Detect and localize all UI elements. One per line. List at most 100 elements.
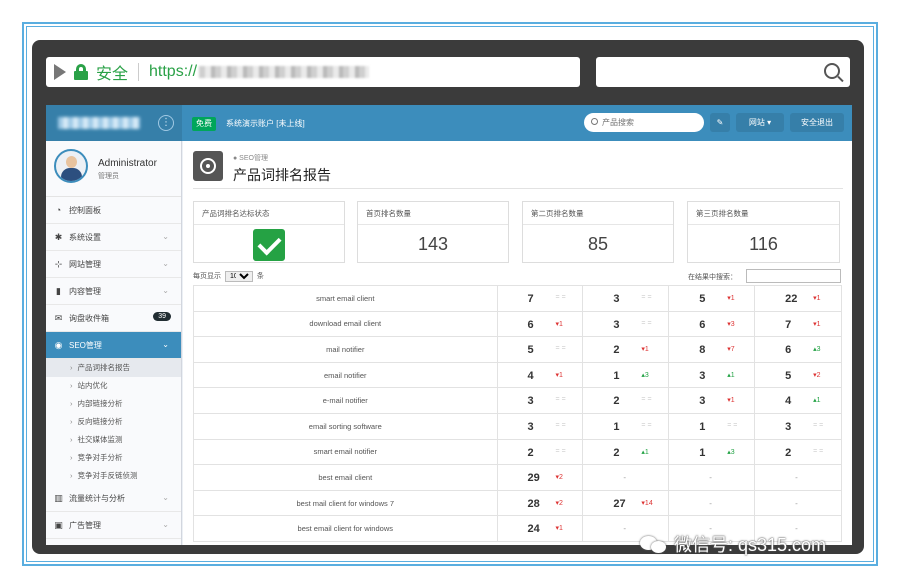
sidebar-item-label: 内容管理 [69,286,101,296]
user-role: 管理员 [98,173,119,180]
sidebar-subitem-backlinks[interactable]: 反向链接分析 [46,413,181,431]
sidebar-item-label: 流量统计与分析 [69,493,125,503]
sidebar-item-label: 网站管理 [69,259,101,269]
rank-cell: 2 = = [754,438,842,466]
rank-value: 5 [527,344,534,357]
user-panel: Administrator 管理员 [46,141,181,197]
sidebar-item-website[interactable]: ⊹ 网站管理 ⌄ [46,251,181,278]
rank-change: ▴1 [727,371,735,379]
rank-value: 27 [613,497,626,510]
rank-value: 3 [785,420,792,433]
chevron-down-icon: ⌄ [162,493,169,502]
url-divider [138,63,140,81]
target-icon: ◉ [54,339,63,350]
rank-cell: 3 ▴1 [668,361,756,389]
rank-value: 3 [699,369,706,382]
sidebar-item-content[interactable]: ▮ 内容管理 ⌄ [46,278,181,305]
edit-icon[interactable]: ✎ [710,113,730,132]
chevron-down-icon: ⌄ [162,259,169,268]
avatar[interactable] [54,149,88,183]
rank-cell: 6 ▴3 [754,336,842,363]
sidebar-item-inbox[interactable]: ✉ 询盘收件箱 39 [46,305,181,332]
sidebar-item-ads[interactable]: ▣ 广告管理 ⌄ [46,512,181,539]
stat-label: 产品词排名达标状态 [202,209,270,218]
rank-empty: - [709,498,712,508]
status-card: 产品词排名达标状态 [193,201,345,263]
rank-change: = = [813,447,824,455]
rank-change: = = [555,396,566,404]
rank-change: = = [641,294,652,301]
wechat-icon [640,534,668,554]
rank-change: ▾1 [813,295,821,302]
rank-value: 7 [527,293,534,305]
rank-change: ▴3 [641,371,649,379]
sidebar-item-dashboard[interactable]: ◔ 控制面板 [46,197,181,224]
sidebar-subitem-product-rank-report[interactable]: 产品词排名报告 [46,359,181,377]
rank-cell: 4 ▾1 [496,361,584,389]
table-row: smart email client 7 = = 3 = = 5 ▾1 22 ▾1 [193,285,842,312]
page3-count-card: 第三页排名数量 116 [687,201,840,263]
inbox-count-badge: 39 [153,312,171,321]
rank-cell: 1 ▴3 [582,361,670,389]
page-title: 产品词排名报告 [233,167,331,183]
stat-divider [358,224,508,225]
sidebar: Administrator 管理员 ◔ 控制面板 ✱ 系统设置 ⌄ ⊹ 网站管理 ⌄ ▮ 内… [46,141,182,545]
sidebar-item-traffic[interactable]: ▥ 流量统计与分析 ⌄ [46,485,181,512]
sidebar-subitem-competitor-analysis[interactable]: 竞争对手分析 [46,449,181,467]
rank-empty: - [795,498,798,508]
rank-cell: 3 ▾1 [668,387,756,414]
sidebar-item-settings[interactable]: ✱ 系统设置 ⌄ [46,224,181,251]
sidebar-subitem-competitor-backlinks[interactable]: 竞争对手反链侦测 [46,467,181,485]
book-icon: ▮ [56,285,61,296]
security-label: 安全 [96,66,129,83]
top-navbar: ⋮ 免费 系统演示账户 [未上线] ✎ 网站 ▾ 安全退出 [46,105,852,141]
rank-cell: 1 = = [668,412,756,440]
rank-value: 2 [613,446,620,459]
free-badge: 免费 [192,117,216,131]
chevron-down-icon: ⌄ [162,520,169,529]
rank-change: = = [555,421,566,429]
stat-label: 首页排名数量 [366,209,411,218]
table-row: smart email notifier 2 = = 2 ▴1 1 ▴3 2 = = [193,438,842,466]
sidebar-toggle-icon[interactable]: ⋮ [158,115,174,131]
sidebar-item-seo[interactable]: ◉ SEO管理 ⌄ [46,332,181,359]
address-bar[interactable]: 安全 https:// [46,57,580,87]
filter-label: 在结果中搜索： [688,274,737,281]
rank-change: = = [641,396,652,404]
sidebar-subitem-internal-links[interactable]: 内部链接分析 [46,395,181,413]
product-search-input[interactable] [584,113,704,132]
url-text: https:// [149,63,198,80]
rank-cell: 5 ▾2 [754,361,842,389]
rank-change: ▾1 [555,371,563,379]
stat-divider [194,224,344,225]
table-row: email notifier 4 ▾1 1 ▴3 3 ▴1 5 ▾2 [193,361,842,389]
website-menu-button[interactable]: 网站 ▾ [736,113,784,132]
page-size-prefix: 每页显示 [193,273,221,280]
sidebar-subitem-onsite-optimization[interactable]: 站内优化 [46,377,181,395]
page-size-select[interactable]: 100 ▾ [224,271,253,282]
stat-value: 143 [417,234,449,254]
rank-empty: - [709,473,712,483]
table-row: best email client 29 ▾2 - - - [193,464,842,491]
logout-button[interactable]: 安全退出 [790,113,844,132]
browser-window: 安全 https:// ⋮ 免费 系统演示账户 [未上线] ✎ 网站 ▾ 安全退… [32,40,864,554]
rank-value: 29 [527,472,540,485]
keyword-cell: download email client [193,310,498,338]
rank-cell: 2 = = [582,387,670,414]
rank-value: 4 [785,395,792,408]
rank-value: 6 [527,318,534,331]
bar-chart-icon: ▥ [54,492,63,503]
rank-value: 8 [699,344,706,357]
rank-cell: 3 = = [496,387,584,414]
breadcrumb[interactable]: ● SEO管理 [233,153,268,163]
browser-search-box[interactable] [596,57,850,87]
keyword-cell: mail notifier [193,336,498,363]
rank-change: ▾1 [813,320,821,328]
filter-input[interactable] [746,269,841,283]
search-icon[interactable] [824,63,840,79]
rank-cell: 27 ▾14 [582,489,670,517]
main-content: ● SEO管理 产品词排名报告 产品词排名达标状态 首页排名数量 143 第二页… [183,141,852,545]
rank-change: ▾1 [727,295,735,302]
sidebar-subitem-social-monitor[interactable]: 社交媒体监测 [46,431,181,449]
checkmark-icon [253,229,285,261]
